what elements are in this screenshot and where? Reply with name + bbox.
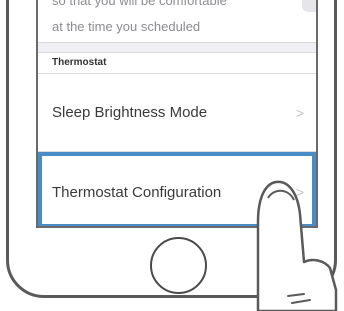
- cell-accessory: [302, 0, 316, 12]
- sleep-brightness-mode-label: Sleep Brightness Mode: [52, 104, 208, 121]
- schedule-description-line-1: so that you will be comfortable: [52, 0, 227, 8]
- sleep-brightness-mode-row[interactable]: Sleep Brightness Mode >: [38, 74, 316, 152]
- tutorial-illustration: so that you will be comfortable at the t…: [0, 0, 344, 311]
- section-header-label: Thermostat: [52, 57, 107, 68]
- home-button[interactable]: [150, 237, 207, 294]
- thermostat-configuration-label: Thermostat Configuration: [52, 184, 222, 201]
- schedule-description-line-2: at the time you scheduled: [52, 19, 201, 34]
- chevron-right-icon: >: [295, 184, 304, 200]
- phone-screen: so that you will be comfortable at the t…: [36, 0, 318, 228]
- thermostat-configuration-row[interactable]: Thermostat Configuration >: [38, 152, 316, 226]
- thermostat-section-header: Thermostat: [38, 52, 316, 74]
- chevron-right-icon: >: [295, 105, 304, 121]
- schedule-description-cell: so that you will be comfortable at the t…: [38, 0, 316, 43]
